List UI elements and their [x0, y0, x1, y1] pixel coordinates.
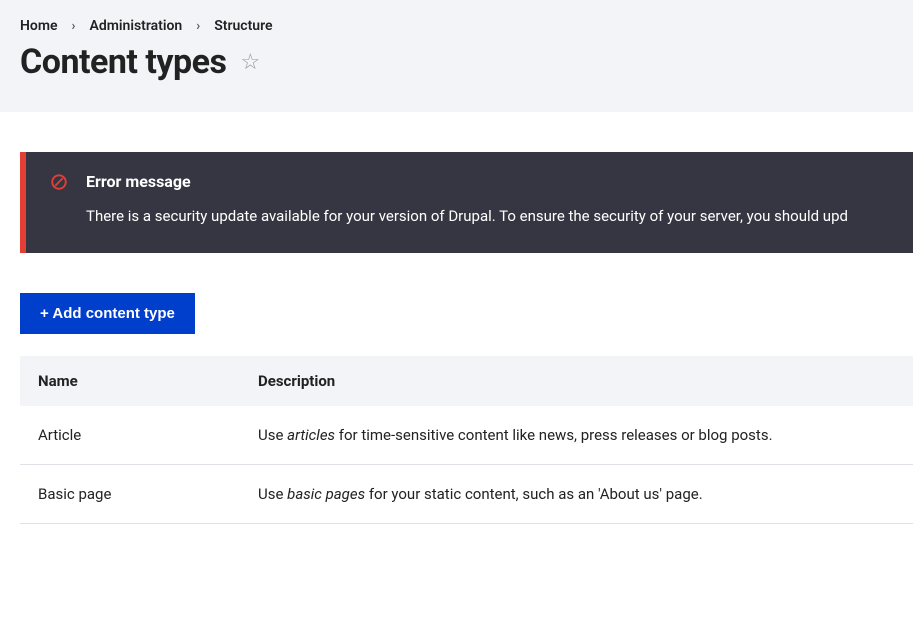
table-row: Article Use articles for time-sensitive … — [20, 406, 913, 465]
type-description: Use articles for time-sensitive content … — [240, 406, 913, 465]
desc-em: articles — [287, 426, 335, 444]
header-region: Home › Administration › Structure Conten… — [0, 0, 913, 112]
breadcrumb-link-structure[interactable]: Structure — [214, 18, 272, 34]
error-icon — [50, 173, 68, 191]
star-outline-icon[interactable]: ☆ — [240, 50, 260, 75]
breadcrumb-link-home[interactable]: Home — [20, 18, 58, 34]
chevron-right-icon: › — [72, 19, 76, 34]
type-description: Use basic pages for your static content,… — [240, 465, 913, 524]
desc-text: Use — [258, 426, 287, 444]
desc-text: for your static content, such as an 'Abo… — [365, 485, 703, 503]
add-content-type-button[interactable]: + Add content type — [20, 293, 195, 334]
desc-text: for time-sensitive content like news, pr… — [335, 426, 772, 444]
chevron-right-icon: › — [196, 19, 200, 34]
breadcrumb-link-administration[interactable]: Administration — [89, 18, 182, 34]
content-region: Error message There is a security update… — [0, 152, 913, 524]
error-message: Error message There is a security update… — [20, 152, 913, 253]
type-name[interactable]: Basic page — [20, 465, 240, 524]
page-title: Content types — [20, 42, 226, 82]
error-title: Error message — [86, 172, 191, 191]
desc-em: basic pages — [287, 485, 365, 503]
content-types-table: Name Description Article Use articles fo… — [20, 356, 913, 524]
page-title-row: Content types ☆ — [20, 42, 893, 82]
table-row: Basic page Use basic pages for your stat… — [20, 465, 913, 524]
type-name[interactable]: Article — [20, 406, 240, 465]
column-header-name: Name — [20, 356, 240, 406]
error-body: There is a security update available for… — [86, 207, 889, 225]
desc-text: Use — [258, 485, 287, 503]
column-header-description: Description — [240, 356, 913, 406]
breadcrumb: Home › Administration › Structure — [20, 18, 893, 34]
